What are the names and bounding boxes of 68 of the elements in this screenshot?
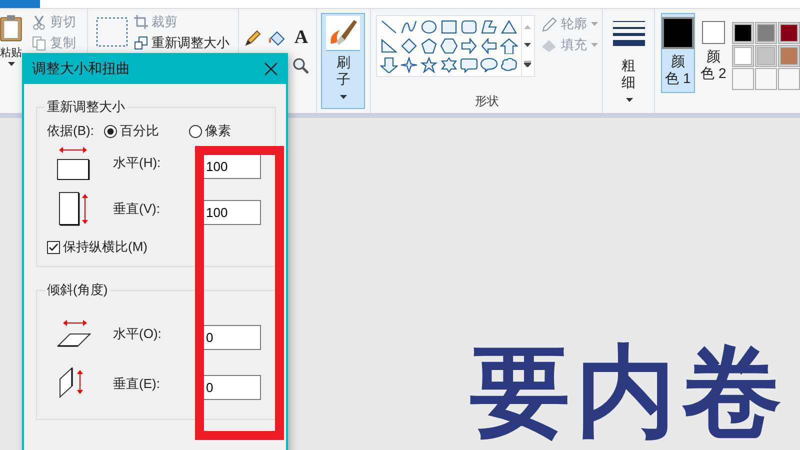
caret-icon	[8, 62, 14, 66]
text-tool[interactable]: A	[294, 27, 308, 49]
fill-bucket-icon	[540, 37, 557, 53]
select-icon[interactable]	[96, 17, 128, 47]
down-arrow-icon[interactable]	[380, 57, 398, 73]
color-button[interactable]: 颜色 2	[697, 13, 730, 93]
oval-callout-icon[interactable]	[480, 57, 498, 73]
six-point-star-icon[interactable]	[440, 57, 458, 73]
magnifier-icon[interactable]	[292, 57, 310, 75]
crop-icon	[134, 15, 148, 29]
input-field[interactable]: 0	[203, 324, 261, 350]
triangle-icon[interactable]	[500, 19, 518, 35]
size-button[interactable]: 粗细	[612, 19, 645, 108]
polygon-icon[interactable]	[480, 19, 498, 35]
vertical-resize-icon	[59, 192, 89, 226]
paste-button[interactable]: 粘贴	[0, 13, 22, 66]
field-label: 水平(O):	[112, 325, 162, 343]
four-point-star-icon[interactable]	[400, 57, 418, 73]
field-label: 水平(H):	[112, 154, 162, 172]
brushes-button[interactable]: 刷子	[321, 13, 366, 109]
resize-button[interactable]: 重新调整大小	[134, 34, 230, 52]
rounded-rectangle-icon[interactable]	[460, 19, 478, 35]
fill-bucket-icon[interactable]	[268, 29, 286, 47]
expand-icon[interactable]	[524, 61, 532, 67]
caret-icon	[590, 43, 598, 47]
line-icon[interactable]	[380, 19, 398, 35]
diamond-icon[interactable]	[400, 38, 418, 54]
copy-icon	[32, 36, 46, 50]
left-arrow-icon[interactable]	[480, 38, 498, 54]
radio-option[interactable]: 百分比	[104, 122, 159, 140]
group-title: 重新调整大小	[46, 98, 126, 116]
scissors-icon	[32, 14, 46, 30]
color-button[interactable]: 颜色 1	[661, 13, 695, 93]
radio-option[interactable]: 像素	[188, 122, 231, 140]
right-triangle-icon[interactable]	[380, 38, 398, 54]
line-width-icon	[612, 19, 645, 47]
input-field[interactable]: 100	[203, 200, 261, 224]
field-label: 垂直(E):	[112, 375, 161, 393]
caret-icon	[626, 98, 633, 102]
close-icon[interactable]	[264, 62, 278, 76]
up-arrow-icon[interactable]	[500, 38, 518, 54]
right-arrow-icon[interactable]	[460, 38, 478, 54]
oval-icon[interactable]	[420, 19, 438, 35]
caret-icon	[340, 95, 348, 100]
rectangle-icon[interactable]	[440, 19, 458, 35]
scroll-down-icon[interactable]	[524, 43, 532, 47]
keep-ratio-checkbox[interactable]: 保持纵横比(M)	[47, 238, 269, 256]
horizontal-skew-icon	[57, 319, 91, 349]
input-field[interactable]: 0	[203, 374, 261, 400]
pencil-icon[interactable]	[244, 29, 262, 47]
pentagon-icon[interactable]	[420, 38, 438, 54]
curve-icon[interactable]	[400, 19, 418, 35]
caret-icon	[590, 22, 598, 26]
by-label: 依据(B):	[47, 122, 94, 140]
field-label: 垂直(V):	[112, 200, 161, 218]
resize-icon	[134, 36, 148, 50]
hexagon-icon[interactable]	[440, 38, 458, 54]
brush-icon	[326, 16, 360, 51]
horizontal-resize-icon	[57, 146, 91, 180]
rounded-callout-icon[interactable]	[460, 57, 478, 73]
input-field[interactable]: 100	[203, 154, 261, 178]
dialog-title: 调整大小和扭曲	[32, 60, 130, 78]
cloud-callout-icon[interactable]	[500, 57, 518, 73]
five-point-star-icon[interactable]	[420, 57, 438, 73]
pencil-icon	[540, 16, 557, 32]
group-title: 倾斜(角度)	[46, 281, 109, 299]
canvas-text: 要内卷	[470, 339, 788, 444]
group-label: 形状	[474, 93, 499, 110]
